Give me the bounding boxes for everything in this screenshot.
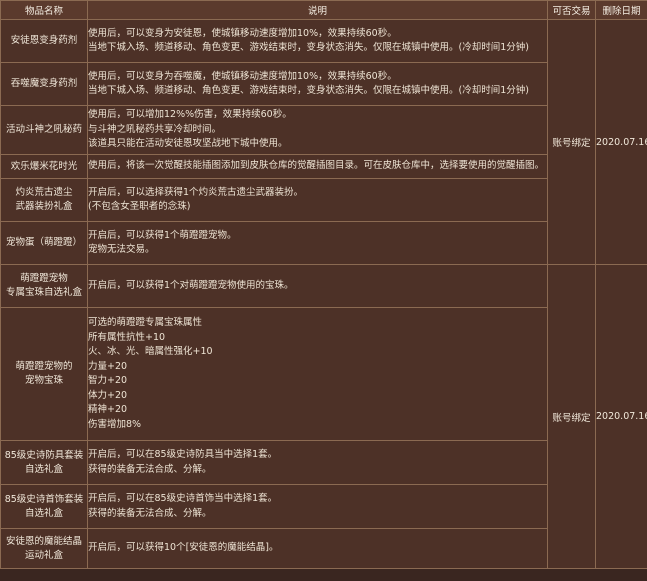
table-row: 萌蹬蹬宠物专属宝珠自选礼盒 开启后，可以获得1个对萌蹬蹬宠物使用的宝珠。 账号绑定 2…	[0, 264, 647, 569]
item-name-cell: 安徒恩变身药剂	[0, 19, 88, 63]
description-line: 获得的装备无法合成、分解。	[88, 507, 212, 519]
description-line: 力量+20	[88, 360, 128, 372]
item-description-cell: 使用后，可以变身为安徒恩，使城镇移动速度增加10%，效果持续60秒。当地下城入场…	[87, 19, 548, 63]
header-item-name: 物品名称	[0, 0, 88, 20]
item-description-cell: 开启后，可以获得1个萌蹬蹬宠物。 宠物无法交易。	[87, 221, 548, 265]
description-line: 使用后，可以变身为吞噬魔，使城镇移动速度增加10%，效果持续60秒。	[88, 70, 397, 82]
description-line: 开启后，可以获得1个对萌蹬蹬宠物使用的宝珠。	[88, 279, 294, 291]
header-delete-date: 删除日期	[595, 0, 647, 20]
item-name-line: 吞噬魔变身药剂	[10, 78, 78, 89]
item-name-line: 85级史诗防具套装	[4, 449, 84, 461]
delete-date: 2020.07.16	[595, 264, 647, 569]
item-name-line: 安徒恩的魔能结晶	[5, 535, 82, 547]
description-line: 获得的装备无法合成、分解。	[88, 463, 212, 475]
item-description-cell: 开启后，可以选择获得1个灼炎荒古遗尘武器装扮。 (不包含女圣职者的念珠)	[87, 178, 548, 222]
description-line: 开启后，可以选择获得1个灼炎荒古遗尘武器装扮。	[88, 186, 304, 198]
description-line: 使用后，可以变身为安徒恩，使城镇移动速度增加10%，效果持续60秒。	[88, 27, 397, 39]
description-line: 开启后，可以在85级史诗防具当中选择1套。	[88, 449, 278, 460]
item-name-line: 85级史诗首饰套装	[4, 493, 84, 505]
description-line: 智力+20	[88, 375, 128, 386]
description-line: 与斗神之吼秘药共享冷却时间。	[88, 123, 222, 135]
item-name-cell: 85级史诗首饰套装 自选礼盒	[0, 484, 88, 529]
item-name-cell: 欢乐爆米花时光	[0, 154, 88, 179]
item-name-line: 萌蹬蹬宠物的	[15, 361, 73, 372]
description-line: 宠物无法交易。	[88, 244, 155, 255]
item-name-cell: 萌蹬蹬宠物专属宝珠自选礼盒	[0, 264, 88, 308]
description-line: (不包含女圣职者的念珠)	[88, 201, 191, 212]
item-description-cell: 开启后，可以在85级史诗首饰当中选择1套。 获得的装备无法合成、分解。	[87, 484, 548, 529]
item-name-cell: 吞噬魔变身药剂	[0, 62, 88, 106]
item-description-cell: 使用后，可以增加12%%伤害，效果持续60秒。 与斗神之吼秘药共享冷却时间。该道具…	[87, 105, 548, 155]
tradable-status: 账号绑定	[547, 264, 596, 569]
item-description-cell: 开启后，可以获得1个对萌蹬蹬宠物使用的宝珠。	[87, 264, 548, 308]
description-line: 开启后，可以在85级史诗首饰当中选择1套。	[88, 493, 278, 504]
item-name-line: 萌蹬蹬宠物	[20, 273, 68, 284]
description-line: 火、冰、光、暗属性强化+10	[88, 346, 213, 357]
item-name-cell: 安徒恩的魔能结晶 运动礼盒	[0, 528, 88, 569]
item-name-cell: 85级史诗防具套装 自选礼盒	[0, 440, 88, 485]
description-line: 可选的萌蹬蹬专属宝珠属性	[88, 317, 203, 328]
item-name-line: 专属宝珠自选礼盒	[5, 287, 82, 298]
description-line: 当地下城入场、频道移动、角色变更、游戏结束时，变身状态消失。仅限在城镇中使用。(…	[88, 85, 529, 96]
description-line: 使用后，将该一次觉醒技能插图添加到皮肤仓库的觉醒插图目录。可在皮肤仓库中，选择要…	[88, 160, 545, 172]
item-description-cell: 使用后，可以变身为吞噬魔，使城镇移动速度增加10%，效果持续60秒。当地下城入场…	[87, 62, 548, 106]
description-line: 该道具只能在活动安徒恩攻坚战地下城中使用。	[88, 138, 288, 150]
item-description-cell: 使用后，将该一次觉醒技能插图添加到皮肤仓库的觉醒插图目录。可在皮肤仓库中，选择要…	[87, 154, 548, 179]
item-name-line: 运动礼盒	[24, 549, 63, 561]
header-description: 说明	[87, 0, 548, 20]
item-description-cell: 开启后，可以在85级史诗防具当中选择1套。 获得的装备无法合成、分解。	[87, 440, 548, 485]
item-name-line: 自选礼盒	[24, 507, 63, 519]
item-name-cell: 宠物蛋（萌蹬蹬）	[0, 221, 88, 265]
item-description-cell: 开启后，可以获得10个[安徒恩的魔能结晶]。	[87, 528, 548, 569]
description-line: 使用后，可以增加12%%伤害，效果持续60秒。	[88, 109, 292, 121]
description-line: 精神+20	[88, 404, 128, 415]
item-name-line: 武器装扮礼盒	[15, 201, 73, 212]
description-line: 伤害增加8%	[88, 418, 142, 430]
item-name-line: 欢乐爆米花时光	[10, 160, 78, 172]
description-line: 开启后，可以获得1个萌蹬蹬宠物。	[88, 229, 237, 241]
tradable-status: 账号绑定	[547, 19, 596, 265]
description-line: 所有属性抗性+10	[88, 331, 166, 343]
delete-date: 2020.07.16	[595, 19, 647, 265]
item-table: 物品名称 说明 可否交易 删除日期 安徒恩变身药剂 使用后，可以变身为安徒恩，使城…	[0, 0, 647, 569]
description-line: 当地下城入场、频道移动、角色变更、游戏结束时，变身状态消失。仅限在城镇中使用。(…	[88, 42, 529, 53]
item-name-line: 安徒恩变身药剂	[10, 35, 78, 46]
item-name-cell: 活动斗神之吼秘药	[0, 105, 88, 155]
table-body: 安徒恩变身药剂 使用后，可以变身为安徒恩，使城镇移动速度增加10%，效果持续60秒…	[0, 19, 647, 569]
description-line: 体力+20	[88, 389, 128, 401]
item-description-cell: 可选的萌蹬蹬专属宝珠属性 所有属性抗性+10 火、冰、光、暗属性强化+10 力量+20…	[87, 307, 548, 441]
item-name-cell: 灼炎荒古遗尘 武器装扮礼盒	[0, 178, 88, 222]
item-name-line: 宠物蛋（萌蹬蹬）	[5, 237, 82, 248]
table-row: 安徒恩变身药剂 使用后，可以变身为安徒恩，使城镇移动速度增加10%，效果持续60秒…	[0, 19, 647, 265]
item-name-cell: 萌蹬蹬宠物的 宠物宝珠	[0, 307, 88, 441]
item-name-line: 自选礼盒	[24, 463, 63, 475]
description-line: 开启后，可以获得10个[安徒恩的魔能结晶]。	[88, 542, 279, 554]
item-name-line: 宠物宝珠	[24, 375, 63, 386]
item-name-line: 活动斗神之吼秘药	[5, 124, 82, 135]
table-header-row: 物品名称 说明 可否交易 删除日期	[0, 0, 647, 20]
item-name-line: 灼炎荒古遗尘	[15, 187, 73, 198]
header-tradable: 可否交易	[547, 0, 596, 20]
